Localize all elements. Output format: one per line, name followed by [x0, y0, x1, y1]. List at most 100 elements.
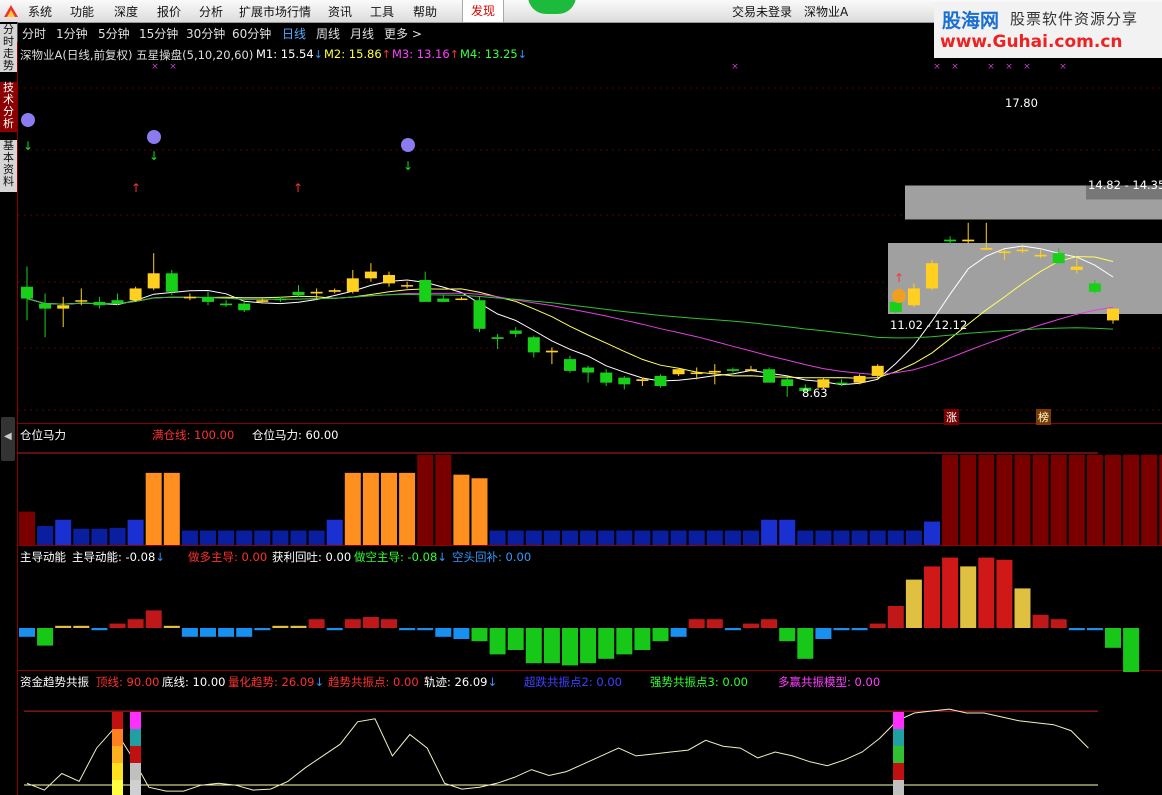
marker-x-icon: × [1005, 62, 1013, 72]
candle-body [473, 300, 486, 329]
candle-body [183, 296, 196, 299]
position-bar [887, 530, 904, 545]
candle-body [129, 288, 142, 301]
position-bar [326, 519, 343, 545]
position-bar [381, 472, 397, 545]
position-bar [688, 530, 705, 545]
candle-body [165, 273, 178, 292]
position-bar [670, 530, 687, 545]
position-bar [308, 530, 325, 545]
momentum-bar [634, 628, 651, 650]
position-bar [525, 530, 542, 545]
down-arrow-icon: ↓ [403, 159, 413, 173]
candle-body [364, 271, 377, 279]
marker-x-icon: × [169, 62, 177, 72]
momentum-bar [1105, 628, 1121, 648]
momentum-bar [978, 557, 995, 628]
momentum-bar [724, 628, 741, 631]
momentum-bar [960, 566, 977, 628]
momentum-bar [91, 628, 108, 631]
position-bar [37, 526, 54, 545]
chart-canvas[interactable]: × × × × × × × × × ↓ ↓ ↓ ↑ ↑ ↑ [0, 0, 1162, 795]
position-bar [1105, 454, 1121, 545]
candle-body [21, 286, 33, 299]
position-bar [163, 472, 180, 545]
position-bar [145, 472, 162, 545]
momentum-bar [218, 628, 235, 637]
up-arrow-icon: ↑ [894, 271, 904, 285]
annot-high: 17.80 [1005, 96, 1038, 110]
resonance-stack-b [130, 729, 141, 746]
momentum-bar [200, 628, 216, 637]
candle-body [310, 291, 323, 294]
candle-body [1088, 283, 1101, 292]
candle-body [564, 359, 576, 371]
momentum-bar [525, 628, 542, 664]
position-bar [652, 530, 669, 545]
momentum-bar [887, 606, 904, 628]
momentum-bar [942, 557, 959, 628]
momentum-bar [489, 628, 506, 655]
resonance-stack-c [893, 729, 904, 746]
position-bar [851, 530, 868, 545]
candle-body [220, 303, 233, 306]
position-bar [272, 530, 289, 545]
momentum-bar [163, 625, 180, 628]
momentum-bar [815, 628, 832, 639]
candle-body [962, 239, 975, 242]
momentum-bar [652, 628, 669, 642]
position-bar [19, 511, 35, 545]
candle-body [39, 303, 52, 309]
candle-body [889, 301, 902, 312]
position-bar [435, 454, 452, 545]
marker-x-icon: × [1023, 62, 1031, 72]
candle-body [745, 369, 757, 371]
momentum-bar [362, 617, 379, 628]
candle-body [383, 274, 395, 284]
tag-zhang[interactable]: 涨 [944, 409, 959, 425]
position-bar [236, 530, 253, 545]
resonance-stack-a [112, 712, 123, 729]
position-bar [55, 519, 72, 545]
momentum-bar [308, 619, 325, 628]
momentum-bar [399, 628, 416, 631]
position-bar [181, 530, 198, 545]
marker-x-icon: × [1059, 62, 1067, 72]
tag-bang[interactable]: 榜 [1036, 409, 1051, 425]
candle-body [600, 372, 613, 383]
position-bar [761, 519, 778, 545]
resonance-stack-c [893, 712, 904, 729]
position-bar [218, 530, 235, 545]
position-bar [580, 530, 597, 545]
position-bar [109, 527, 126, 545]
position-bar [797, 530, 814, 545]
momentum-bar [996, 559, 1013, 628]
position-bar [200, 530, 216, 545]
resonance-stack-b [130, 712, 141, 729]
candle-body [1016, 249, 1029, 252]
candle-body [1052, 253, 1065, 264]
candle-body [202, 296, 214, 302]
candle-body [401, 285, 414, 287]
candle-body [690, 372, 703, 375]
annot-low: 8.63 [802, 386, 828, 400]
candle-body [274, 298, 287, 301]
position-bar [1014, 454, 1031, 545]
marker-x-icon: × [987, 62, 995, 72]
position-bar [471, 478, 488, 545]
momentum-bar [743, 623, 759, 628]
momentum-bar [905, 579, 922, 628]
candle-body [871, 365, 884, 376]
position-bar [562, 530, 578, 545]
position-bar [1050, 454, 1067, 545]
momentum-bar [254, 628, 271, 631]
momentum-bar [1068, 628, 1085, 631]
position-bar [960, 454, 977, 545]
candle-body [853, 375, 866, 383]
momentum-bar [616, 628, 633, 655]
candle-body [75, 300, 88, 302]
momentum-bar [562, 628, 578, 666]
candle-body [527, 337, 540, 353]
momentum-bar [797, 628, 814, 659]
position-bar [1123, 454, 1140, 545]
